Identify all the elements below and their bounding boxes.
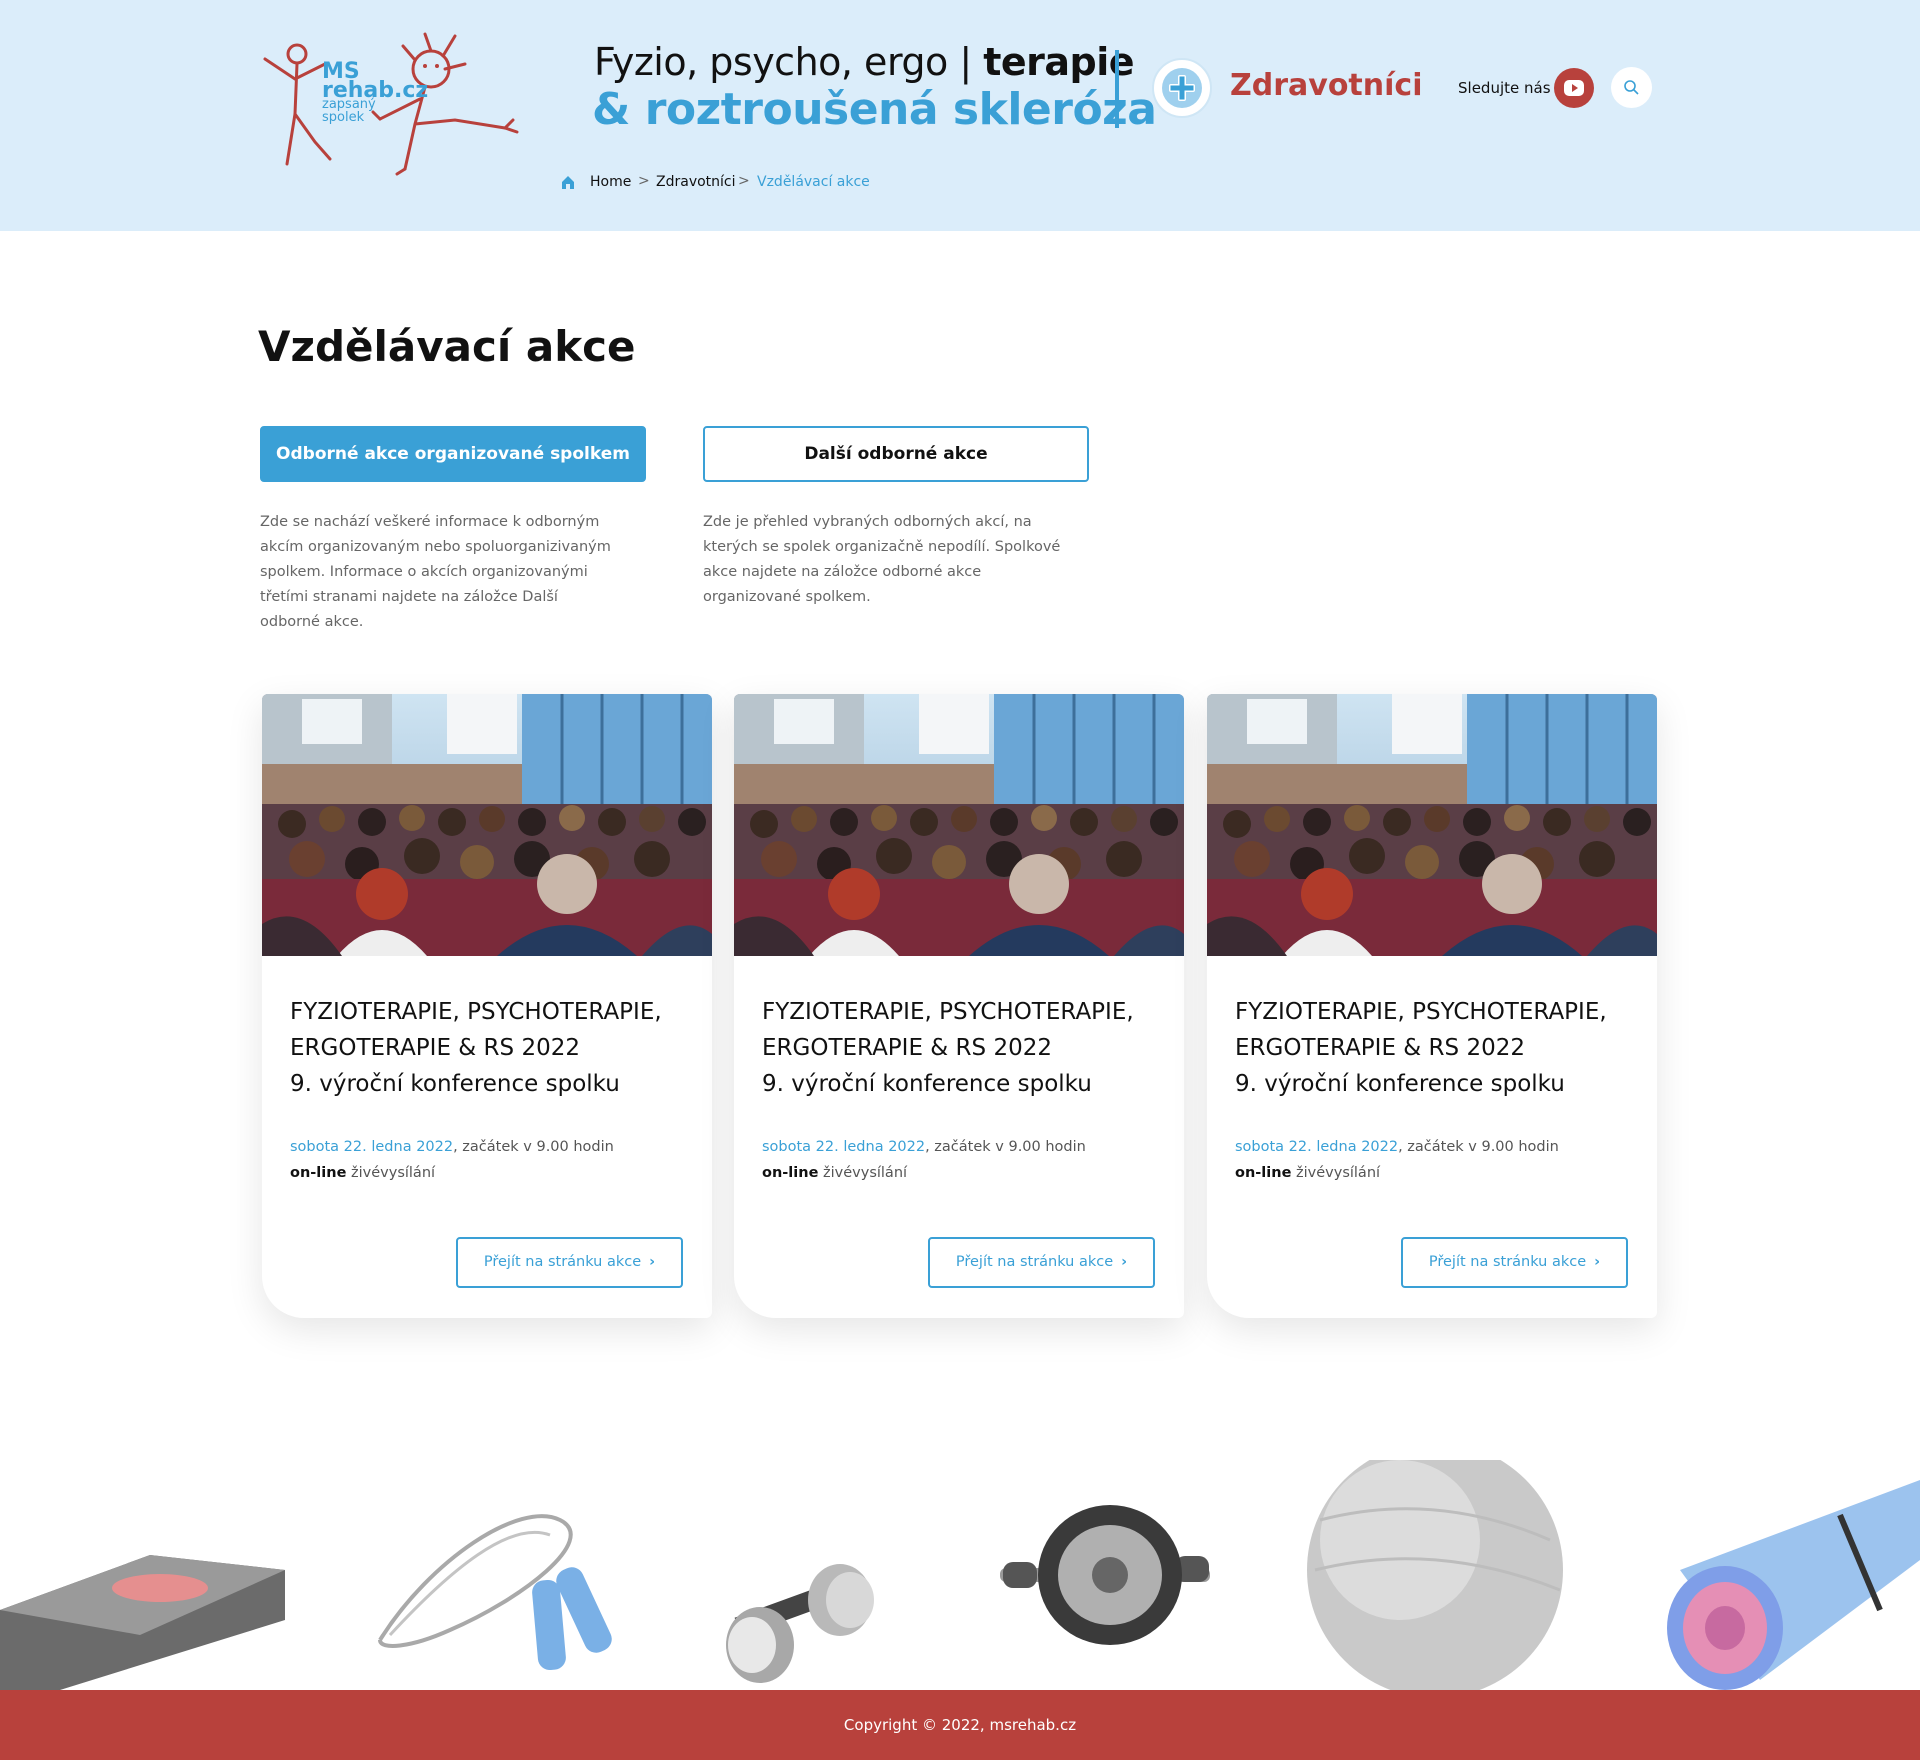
tagline-bold: terapie — [983, 40, 1135, 84]
site-header: MS rehab.cz zapsaný spolek Fyzio, psycho… — [0, 0, 1920, 231]
tab-description-organized: Zde se nachází veškeré informace k odbor… — [260, 514, 611, 630]
event-mode-bold: on-line — [1235, 1165, 1292, 1181]
search-button[interactable] — [1611, 67, 1652, 108]
tagline-part1: Fyzio, psycho, ergo | — [594, 40, 984, 84]
event-title-line1: FYZIOTERAPIE, PSYCHOTERAPIE, — [762, 999, 1134, 1025]
dumbbells-icon — [726, 1564, 874, 1683]
event-detail-label: Přejít na stránku akce — [955, 1254, 1114, 1270]
event-title-line1: FYZIOTERAPIE, PSYCHOTERAPIE, — [290, 999, 662, 1025]
fitness-equipment-banner — [0, 1442, 1920, 1698]
logo-sub2: spolek — [322, 110, 365, 125]
event-time: , začátek v 9.00 hodin — [1398, 1139, 1559, 1155]
event-mode-bold: on-line — [762, 1165, 819, 1181]
event-title-line3: 9. výroční konference spolku — [290, 1071, 620, 1097]
event-title-line2: ERGOTERAPIE & RS 2022 — [1235, 1035, 1525, 1061]
event-photo — [734, 694, 1184, 956]
event-card: FYZIOTERAPIE, PSYCHOTERAPIE, ERGOTERAPIE… — [1207, 694, 1657, 1318]
event-title: FYZIOTERAPIE, PSYCHOTERAPIE, ERGOTERAPIE… — [290, 994, 690, 1102]
event-title-line2: ERGOTERAPIE & RS 2022 — [290, 1035, 580, 1061]
event-card: FYZIOTERAPIE, PSYCHOTERAPIE, ERGOTERAPIE… — [734, 694, 1184, 1318]
event-mode: živévysílání — [1291, 1165, 1381, 1181]
ab-wheel-icon — [1000, 1505, 1210, 1645]
yoga-mat-icon — [1667, 1480, 1920, 1690]
jump-rope-icon — [378, 1514, 612, 1671]
breadcrumb-home[interactable]: Home — [590, 174, 631, 190]
event-title-line1: FYZIOTERAPIE, PSYCHOTERAPIE, — [1235, 999, 1607, 1025]
event-date: sobota 22. ledna 2022 — [762, 1139, 926, 1155]
chevron-right-icon: › — [649, 1254, 656, 1270]
event-card: FYZIOTERAPIE, PSYCHOTERAPIE, ERGOTERAPIE… — [262, 694, 712, 1318]
home-icon[interactable] — [560, 174, 576, 194]
tagline-primary: Fyzio, psycho, ergo | terapie — [594, 40, 1135, 84]
event-photo — [262, 694, 712, 956]
tab-organized-events[interactable]: Odborné akce organizované spolkem — [260, 426, 646, 482]
breadcrumb-current: Vzdělávací akce — [757, 174, 870, 190]
section-label[interactable]: Zdravotníci — [1230, 68, 1422, 103]
follow-label: Sledujte nás — [1458, 79, 1551, 97]
event-meta: sobota 22. ledna 2022, začátek v 9.00 ho… — [762, 1134, 1086, 1186]
event-time: , začátek v 9.00 hodin — [925, 1139, 1086, 1155]
event-meta: sobota 22. ledna 2022, začátek v 9.00 ho… — [290, 1134, 614, 1186]
youtube-icon[interactable] — [1554, 68, 1594, 108]
event-time: , začátek v 9.00 hodin — [453, 1139, 614, 1155]
event-detail-button[interactable]: Přejít na stránku akce › — [928, 1237, 1155, 1288]
breadcrumb-separator: > — [638, 173, 650, 189]
logo-figures-icon — [263, 32, 519, 176]
event-title-line2: ERGOTERAPIE & RS 2022 — [762, 1035, 1052, 1061]
event-date: sobota 22. ledna 2022 — [1235, 1139, 1399, 1155]
event-mode-bold: on-line — [290, 1165, 347, 1181]
event-date: sobota 22. ledna 2022 — [290, 1139, 454, 1155]
event-meta: sobota 22. ledna 2022, začátek v 9.00 ho… — [1235, 1134, 1559, 1186]
tab-other-events[interactable]: Další odborné akce — [703, 426, 1089, 482]
logo-wordmark: MS rehab.cz — [322, 61, 428, 102]
tab-description-other: Zde je přehled vybraných odborných akcí,… — [703, 514, 1061, 605]
event-detail-button[interactable]: Přejít na stránku akce › — [1401, 1237, 1628, 1288]
page-title: Vzdělávací akce — [258, 322, 636, 371]
event-detail-label: Přejít na stránku akce — [483, 1254, 642, 1270]
event-mode: živévysílání — [818, 1165, 908, 1181]
event-mode: živévysílání — [346, 1165, 436, 1181]
header-divider — [1115, 50, 1119, 128]
site-footer: Copyright © 2022, msrehab.cz — [0, 1690, 1920, 1760]
copyright-text: Copyright © 2022, msrehab.cz — [843, 1716, 1077, 1734]
search-icon — [1624, 80, 1639, 95]
event-photo — [1207, 694, 1657, 956]
logo-subtitle: zapsaný spolek — [322, 98, 376, 124]
breadcrumb-zdravotnici[interactable]: Zdravotníci — [656, 174, 736, 190]
step-platform-icon — [0, 1555, 285, 1690]
event-detail-button[interactable]: Přejít na stránku akce › — [456, 1237, 683, 1288]
event-detail-label: Přejít na stránku akce — [1428, 1254, 1587, 1270]
event-title-line3: 9. výroční konference spolku — [1235, 1071, 1565, 1097]
event-title: FYZIOTERAPIE, PSYCHOTERAPIE, ERGOTERAPIE… — [1235, 994, 1635, 1102]
event-title-line3: 9. výroční konference spolku — [762, 1071, 1092, 1097]
tagline-secondary: & roztroušená skleróza — [592, 84, 1157, 135]
breadcrumb-separator: > — [738, 173, 750, 189]
fitness-ball-icon — [1307, 1442, 1563, 1698]
chevron-right-icon: › — [1594, 1254, 1601, 1270]
plus-circle-icon[interactable] — [1152, 58, 1212, 118]
site-logo[interactable] — [255, 24, 535, 184]
event-title: FYZIOTERAPIE, PSYCHOTERAPIE, ERGOTERAPIE… — [762, 994, 1162, 1102]
chevron-right-icon: › — [1121, 1254, 1128, 1270]
